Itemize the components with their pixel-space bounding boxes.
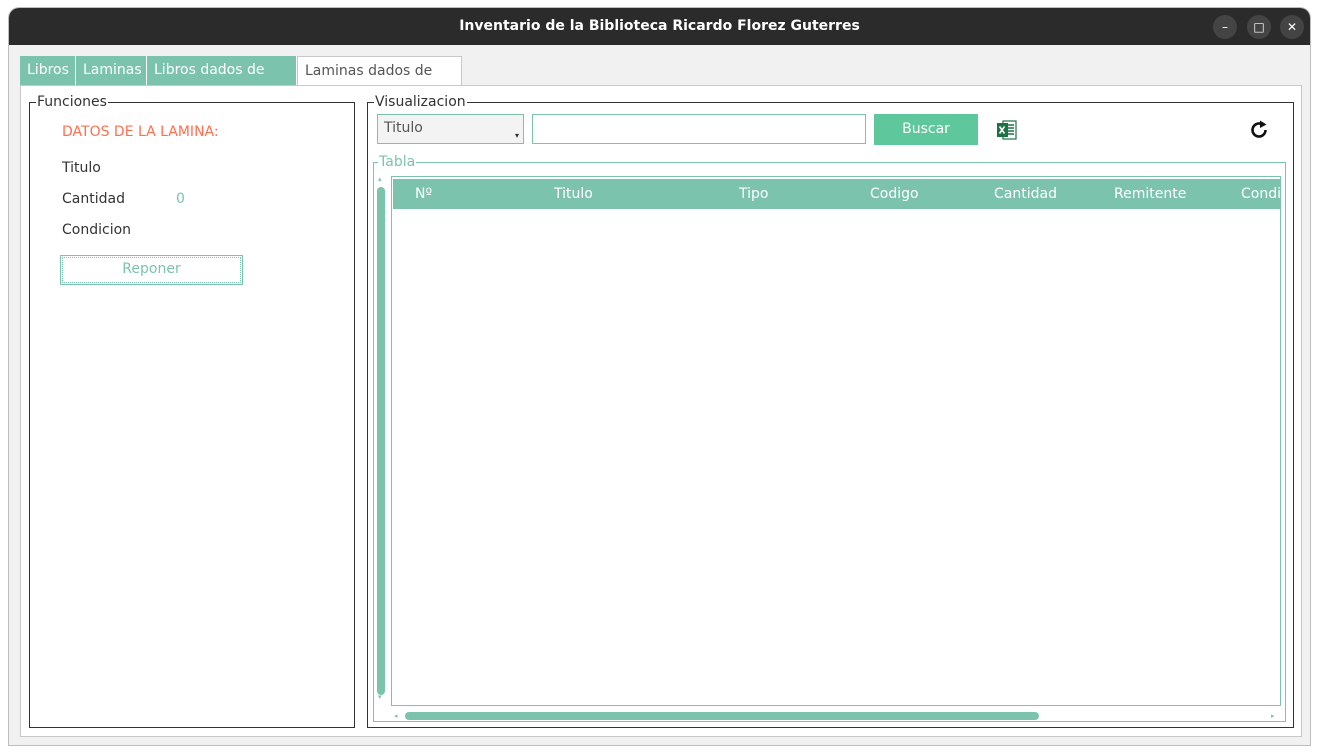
data-table[interactable]: Nº Titulo Tipo Codigo Cantidad Remitente… bbox=[391, 176, 1281, 706]
buscar-button[interactable]: Buscar bbox=[874, 114, 978, 145]
column-header-titulo[interactable]: Titulo bbox=[554, 179, 593, 209]
vertical-scrollbar[interactable]: ▴ ▾ bbox=[376, 175, 386, 701]
column-header-remitente[interactable]: Remitente bbox=[1114, 179, 1186, 209]
tabla-legend: Tabla bbox=[378, 154, 417, 170]
scroll-right-icon[interactable]: ▸ bbox=[1271, 712, 1275, 720]
maximize-button[interactable]: □ bbox=[1247, 15, 1271, 39]
cantidad-label: Cantidad bbox=[62, 191, 125, 207]
column-header-numero[interactable]: Nº bbox=[415, 179, 432, 209]
tab-panel: Funciones DATOS DE LA LAMINA: Titulo Can… bbox=[20, 85, 1302, 737]
close-button[interactable]: ✕ bbox=[1280, 15, 1304, 39]
tab-laminas-dados-de-baja[interactable]: Laminas dados de baja bbox=[297, 56, 462, 108]
column-header-codigo[interactable]: Codigo bbox=[870, 179, 919, 209]
minimize-button[interactable]: – bbox=[1213, 15, 1237, 39]
title-bar[interactable]: Inventario de la Biblioteca Ricardo Flor… bbox=[9, 8, 1310, 45]
maximize-icon: □ bbox=[1253, 20, 1265, 34]
refresh-icon[interactable] bbox=[1248, 119, 1270, 141]
filter-selected-value: Titulo bbox=[384, 120, 423, 136]
minimize-icon: – bbox=[1222, 20, 1228, 34]
horizontal-scrollbar[interactable]: ◂ ▸ bbox=[391, 710, 1281, 722]
tab-laminas[interactable]: Laminas bbox=[76, 56, 147, 85]
column-header-condicion[interactable]: Condic bbox=[1241, 179, 1280, 209]
funciones-group: Funciones DATOS DE LA LAMINA: Titulo Can… bbox=[29, 94, 355, 728]
tab-libros-dados-de-baja[interactable]: Libros dados de baja bbox=[147, 56, 297, 107]
titulo-label: Titulo bbox=[62, 160, 101, 176]
lamina-data-heading: DATOS DE LA LAMINA: bbox=[62, 124, 219, 140]
reponer-button[interactable]: Reponer bbox=[60, 255, 243, 285]
tab-libros[interactable]: Libros bbox=[20, 56, 76, 85]
chevron-down-icon: ▾ bbox=[514, 131, 519, 140]
column-header-tipo[interactable]: Tipo bbox=[739, 179, 768, 209]
scroll-left-icon[interactable]: ◂ bbox=[394, 712, 398, 720]
close-icon: ✕ bbox=[1286, 20, 1298, 34]
tabla-group: Tabla ▴ ▾ Nº Titulo Tipo Codigo Cantidad… bbox=[373, 154, 1286, 722]
condicion-label: Condicion bbox=[62, 222, 132, 238]
column-header-cantidad[interactable]: Cantidad bbox=[994, 179, 1057, 209]
filter-select[interactable]: Titulo ▾ bbox=[377, 114, 524, 144]
window-title: Inventario de la Biblioteca Ricardo Flor… bbox=[459, 18, 860, 34]
visualizacion-group: Visualizacion Titulo ▾ Buscar Tabla ▴ ▾ … bbox=[367, 94, 1294, 728]
scroll-down-icon[interactable]: ▾ bbox=[378, 693, 382, 701]
excel-icon[interactable] bbox=[996, 119, 1018, 141]
horizontal-scroll-thumb[interactable] bbox=[405, 712, 1039, 720]
app-window: Inventario de la Biblioteca Ricardo Flor… bbox=[9, 8, 1310, 745]
funciones-legend: Funciones bbox=[36, 94, 108, 110]
cantidad-value: 0 bbox=[176, 191, 185, 207]
search-input[interactable] bbox=[532, 114, 866, 144]
table-header: Nº Titulo Tipo Codigo Cantidad Remitente… bbox=[393, 179, 1280, 209]
vertical-scroll-thumb[interactable] bbox=[377, 187, 385, 695]
scroll-up-icon[interactable]: ▴ bbox=[378, 175, 382, 183]
visualizacion-legend: Visualizacion bbox=[374, 94, 467, 110]
